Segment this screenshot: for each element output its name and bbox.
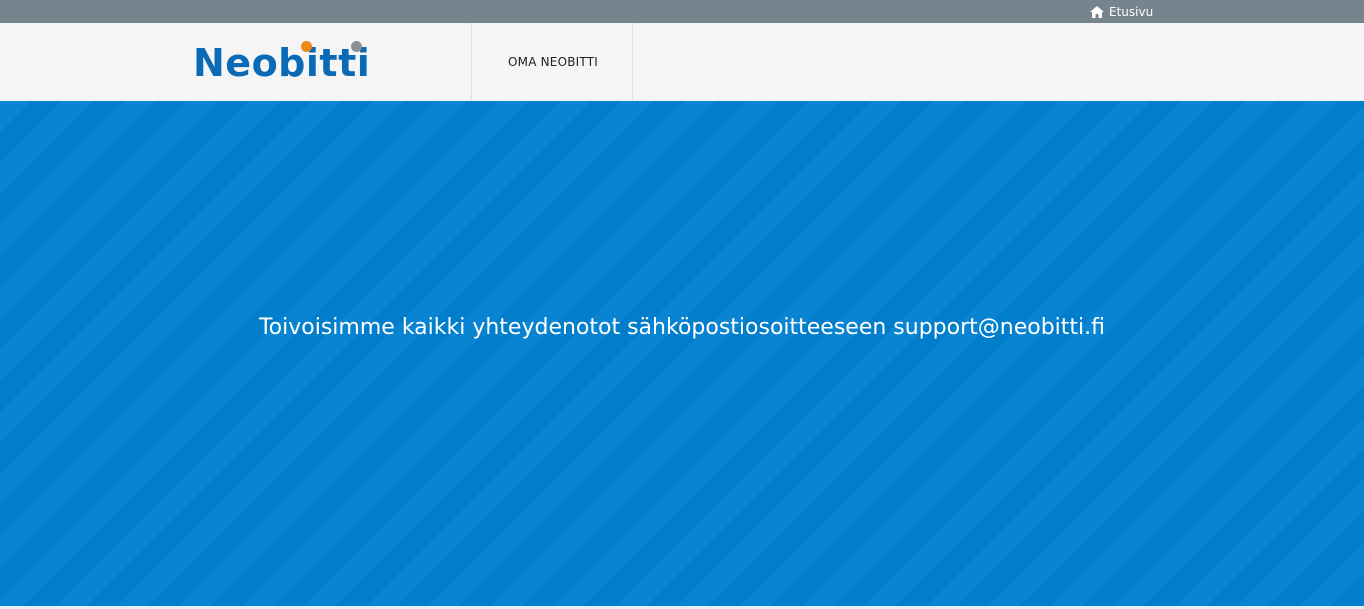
logo-grey-dot [351, 41, 362, 52]
home-icon [1090, 5, 1104, 18]
contact-message: Toivoisimme kaikki yhteydenotot sähköpos… [258, 315, 1106, 340]
logo-text: Neobitti [193, 41, 371, 85]
top-bar: Etusivu [0, 0, 1364, 23]
home-link-label: Etusivu [1109, 4, 1154, 19]
nav-item-oma-neobitti[interactable]: OMA NEOBITTI [471, 23, 633, 101]
logo-orange-dot [301, 41, 312, 52]
header: Neobitti OMA NEOBITTI [0, 23, 1364, 101]
home-link[interactable]: Etusivu [1090, 0, 1153, 23]
hero-section: Toivoisimme kaikki yhteydenotot sähköpos… [0, 101, 1364, 609]
nav-item-label: OMA NEOBITTI [508, 55, 598, 69]
neobitti-logo[interactable]: Neobitti [193, 39, 370, 85]
main-nav: OMA NEOBITTI [471, 23, 633, 101]
